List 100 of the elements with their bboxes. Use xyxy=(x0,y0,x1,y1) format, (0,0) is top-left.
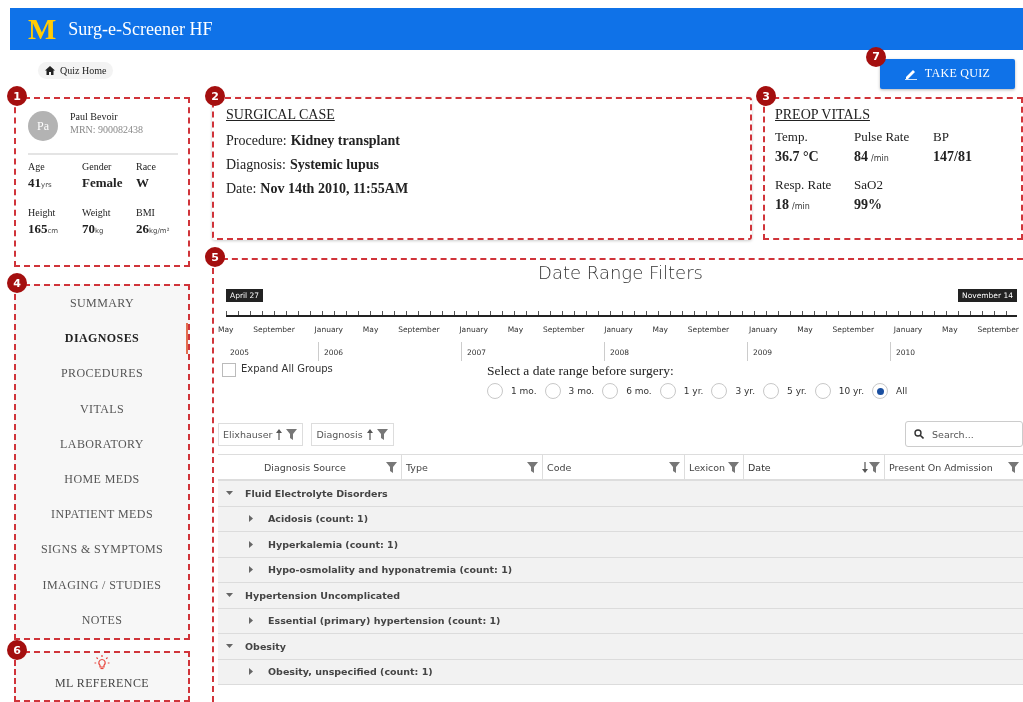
nav-item[interactable]: DIAGNOSES xyxy=(16,323,188,355)
row-label: Hyperkalemia (count: 1) xyxy=(268,538,398,550)
filter-icon xyxy=(376,428,388,440)
field-value: Nov 14th 2010, 11:55AM xyxy=(260,181,409,196)
chip-label: Elixhauser xyxy=(223,428,273,440)
checkbox[interactable] xyxy=(222,363,236,377)
column-header[interactable]: Date xyxy=(744,455,885,479)
nav-item[interactable]: LABORATORY xyxy=(16,428,188,460)
row-label: Essential (primary) hypertension (count: 1) xyxy=(268,615,501,627)
nav-item[interactable]: PROCEDURES xyxy=(16,358,188,390)
nav-item[interactable]: SIGNS & SYMPTOMS xyxy=(16,534,188,566)
pencil-icon xyxy=(904,67,917,80)
nav-item[interactable]: NOTES xyxy=(16,604,188,636)
range-prompt: Select a date range before surgery: xyxy=(487,363,675,379)
column-label: Type xyxy=(406,461,428,473)
column-label: Lexicon xyxy=(689,461,726,473)
chip-label: Diagnosis xyxy=(316,428,363,440)
radio-label: 1 yr. xyxy=(683,386,704,396)
patient-name: Paul Bevoir xyxy=(70,111,119,122)
row-label: Fluid Electrolyte Disorders xyxy=(245,487,388,499)
stat-label: Weight xyxy=(82,207,112,218)
filter-icon xyxy=(386,461,397,473)
home-icon xyxy=(45,66,55,75)
stat-label: Race xyxy=(136,161,157,172)
row-label: Obesity, unspecified (count: 1) xyxy=(268,666,433,678)
field-value: Kidney transplant xyxy=(290,133,400,148)
checkbox-label: Expand All Groups xyxy=(241,363,333,374)
radio-label: 3 yr. xyxy=(735,386,756,396)
column-header[interactable]: Lexicon xyxy=(685,455,744,479)
stat-label: Height xyxy=(28,207,57,218)
filter-icon xyxy=(669,461,680,473)
radio-label: 3 mo. xyxy=(568,386,595,396)
nav-item[interactable]: HOME MEDS xyxy=(16,464,188,496)
vital-label: SaO2 xyxy=(854,177,884,193)
search-field[interactable]: Search... xyxy=(905,421,1023,447)
filter-icon xyxy=(728,461,739,473)
tree-row[interactable]: Essential (primary) hypertension (count: 1) xyxy=(218,608,1023,634)
ml-reference-label: ML REFERENCE xyxy=(55,676,149,691)
group-chip[interactable]: Elixhauser xyxy=(218,422,304,446)
step-badge: 1 xyxy=(7,86,27,106)
avatar: Pa xyxy=(28,111,58,141)
vital-value: 84 /min xyxy=(854,149,890,165)
radio-label: 10 yr. xyxy=(838,386,865,396)
vital-value: 99% xyxy=(854,197,883,213)
sort-down-icon xyxy=(862,461,868,473)
breadcrumb-link[interactable]: Quiz Home xyxy=(38,62,114,79)
field-label: Diagnosis: xyxy=(226,157,286,172)
step-badge: 6 xyxy=(7,640,27,660)
tree-row[interactable]: Hypo-osmolality and hyponatremia (count: 1) xyxy=(218,557,1023,583)
group-chip[interactable]: Diagnosis xyxy=(311,422,394,446)
step-badge: 3 xyxy=(756,86,776,106)
tree-row[interactable]: Acidosis (count: 1) xyxy=(218,506,1023,532)
vital-label: BP xyxy=(933,129,950,145)
stat-label: Gender xyxy=(82,161,113,172)
step-badge: 2 xyxy=(205,86,225,106)
vital-value: 18 /min xyxy=(775,197,811,213)
vital-label: Temp. xyxy=(775,129,809,145)
app-title: Surg-e-Screener HF xyxy=(68,18,213,40)
filter-icon xyxy=(286,428,298,440)
row-label: Acidosis (count: 1) xyxy=(268,513,369,525)
column-header[interactable]: Diagnosis Source xyxy=(218,455,402,479)
tree-row[interactable]: Fluid Electrolyte Disorders xyxy=(218,481,1023,507)
column-label: Date xyxy=(748,461,771,473)
step-badge: 5 xyxy=(205,247,225,267)
vital-value: 147/81 xyxy=(933,149,973,165)
nav-item[interactable]: IMAGING / STUDIES xyxy=(16,569,188,601)
take-quiz-button[interactable]: TAKE QUIZ xyxy=(880,58,1015,89)
tree-row[interactable]: Hypertension Uncomplicated xyxy=(218,583,1023,609)
column-label: Present On Admission xyxy=(889,461,993,473)
row-label: Obesity xyxy=(245,640,286,652)
vital-value: 36.7 °C xyxy=(775,149,820,165)
tree-row[interactable]: Obesity xyxy=(218,634,1023,660)
vital-label: Pulse Rate xyxy=(854,129,911,145)
card-title: PREOP VITALS xyxy=(775,107,871,123)
field-label: Date: xyxy=(226,181,257,196)
search-icon xyxy=(914,429,924,439)
radio-label: 1 mo. xyxy=(511,386,537,396)
patient-mrn: MRN: 900082438 xyxy=(70,124,144,135)
column-header[interactable]: Present On Admission xyxy=(885,455,1023,479)
vital-label: Resp. Rate xyxy=(775,177,833,193)
radio-label: All xyxy=(896,386,908,396)
column-header[interactable]: Code xyxy=(543,455,685,479)
tree-row[interactable]: Obesity, unspecified (count: 1) xyxy=(218,659,1023,685)
stat-value: W xyxy=(136,175,150,191)
filter-icon xyxy=(527,461,538,473)
step-badge: 4 xyxy=(7,273,27,293)
column-label: Code xyxy=(547,461,572,473)
filter-icon xyxy=(1008,461,1019,473)
filter-icon xyxy=(869,461,880,473)
tree-row[interactable]: Hyperkalemia (count: 1) xyxy=(218,532,1023,558)
card-title: SURGICAL CASE xyxy=(226,107,336,123)
field-value: Systemic lupus xyxy=(289,157,379,172)
logo: M xyxy=(28,14,57,44)
nav-item[interactable]: INPATIENT MEDS xyxy=(16,499,188,531)
stat-value: Female xyxy=(82,175,124,191)
field-label: Procedure: xyxy=(226,133,287,148)
column-header[interactable]: Type xyxy=(402,455,543,479)
radio-label: 6 mo. xyxy=(626,386,652,396)
nav-item[interactable]: VITALS xyxy=(16,393,188,425)
stat-label: BMI xyxy=(136,207,156,218)
